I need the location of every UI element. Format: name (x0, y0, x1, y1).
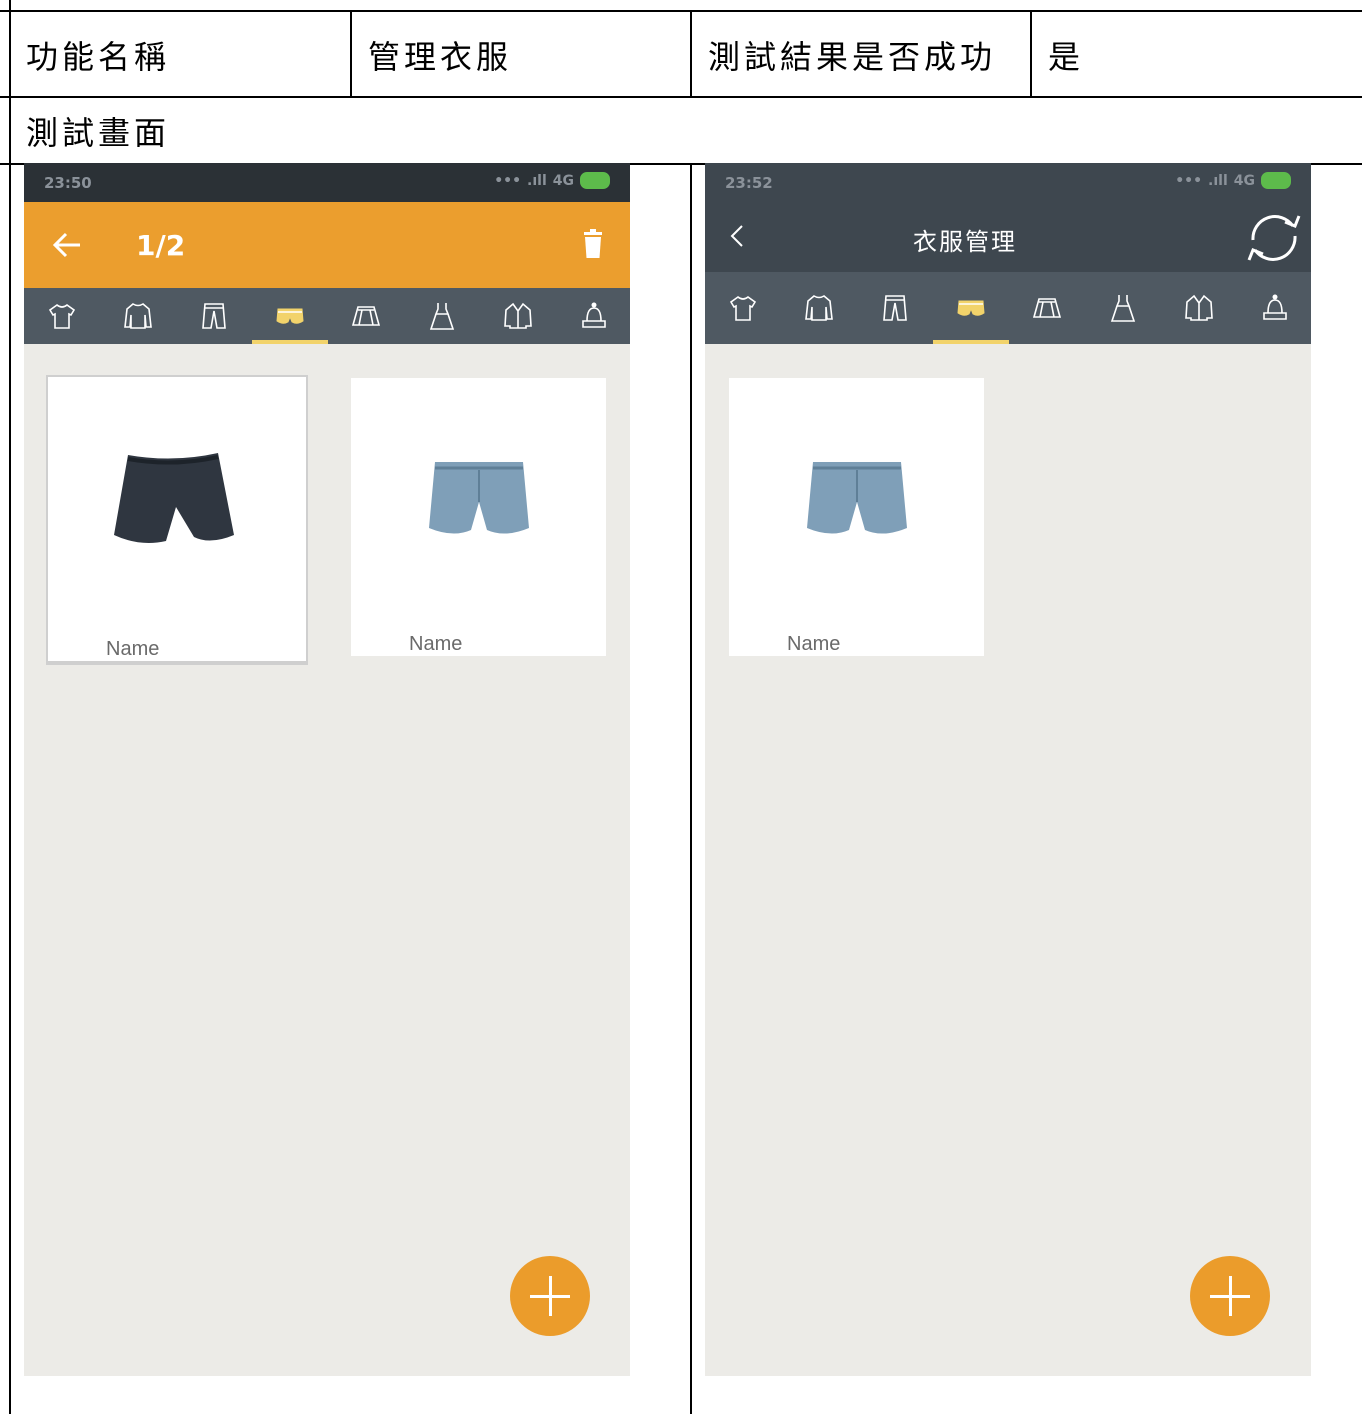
status-bar: 23:52 ••• .ıll 4G (705, 163, 1311, 202)
selection-count: 1/2 (136, 229, 186, 262)
tab-shorts[interactable] (933, 272, 1009, 344)
shorts-icon (276, 308, 304, 324)
tab-pants[interactable] (176, 288, 252, 344)
tab-tshirt[interactable] (705, 272, 781, 344)
table-left-border (9, 0, 11, 1414)
clothing-card[interactable]: Name (351, 378, 606, 656)
test-result-value: 是 (1048, 38, 1085, 76)
add-clothing-button[interactable] (1190, 1256, 1270, 1336)
tab-tshirt[interactable] (24, 288, 100, 344)
col1-border (350, 10, 352, 98)
sweater-icon (124, 303, 152, 329)
clothing-card[interactable]: Name (729, 378, 984, 656)
item-name: Name (787, 633, 841, 655)
t-shirt-icon (48, 303, 76, 329)
test-screens-label: 測試畫面 (26, 114, 171, 152)
shorts-icon (957, 300, 985, 316)
jacket-icon (504, 302, 532, 329)
hat-icon (1263, 294, 1287, 320)
screens-divider (690, 163, 692, 1414)
tab-sweater[interactable] (781, 272, 857, 344)
dots-icon: ••• (1175, 172, 1203, 189)
dots-icon: ••• (494, 172, 522, 189)
feature-name-value: 管理衣服 (368, 38, 513, 76)
table-top-border (0, 10, 1362, 12)
black-shorts-image (114, 453, 234, 543)
status-bar: 23:50 ••• .ıll 4G (24, 163, 630, 202)
item-name: Name (409, 633, 463, 655)
selected-tab-indicator (933, 340, 1009, 344)
left-phone-screenshot: 23:50 ••• .ıll 4G 1/2 Name Name (24, 163, 630, 1376)
item-name: Name (106, 638, 160, 660)
category-tabs (705, 272, 1311, 344)
tab-shorts[interactable] (252, 288, 328, 344)
tab-jacket[interactable] (480, 288, 556, 344)
tab-skirt[interactable] (1009, 272, 1085, 344)
dress-icon (429, 303, 455, 330)
t-shirt-icon (729, 295, 757, 321)
tab-hat[interactable] (556, 288, 630, 344)
signal-icon: .ıll (527, 172, 547, 189)
dress-icon (1110, 295, 1136, 322)
pants-icon (883, 295, 907, 321)
tab-sweater[interactable] (100, 288, 176, 344)
category-tabs (24, 288, 630, 344)
status-time: 23:52 (725, 174, 773, 192)
tab-dress[interactable] (404, 288, 480, 344)
arrow-left-icon[interactable] (52, 232, 82, 258)
selected-tab-indicator (252, 340, 328, 344)
sweater-icon (805, 295, 833, 321)
hat-icon (582, 302, 606, 328)
chevron-left-icon[interactable] (729, 224, 745, 248)
col3-border (1030, 10, 1032, 98)
tab-dress[interactable] (1085, 272, 1161, 344)
denim-shorts-image (807, 462, 907, 534)
denim-shorts-image (429, 462, 529, 534)
status-time: 23:50 (44, 174, 92, 192)
signal-icon: .ıll (1208, 172, 1228, 189)
page-title: 衣服管理 (913, 228, 1017, 256)
skirt-icon (1032, 298, 1062, 318)
status-icons: ••• .ıll 4G (1175, 172, 1291, 189)
pants-icon (202, 303, 226, 329)
battery-icon (1261, 172, 1291, 189)
app-bar: 衣服管理 (705, 202, 1311, 272)
tab-pants[interactable] (857, 272, 933, 344)
trash-icon[interactable] (582, 229, 604, 259)
feature-name-label: 功能名稱 (26, 38, 171, 76)
jacket-icon (1185, 294, 1213, 321)
clothing-card-selected[interactable]: Name (46, 375, 308, 665)
sync-icon[interactable] (1239, 202, 1309, 272)
right-phone-screenshot: 23:52 ••• .ıll 4G 衣服管理 Name (705, 163, 1311, 1376)
tab-hat[interactable] (1237, 272, 1311, 344)
col2-border (690, 10, 692, 98)
row1-bottom-border (0, 96, 1362, 98)
status-icons: ••• .ıll 4G (494, 172, 610, 189)
add-clothing-button[interactable] (510, 1256, 590, 1336)
battery-icon (580, 172, 610, 189)
network-type: 4G (1233, 172, 1255, 189)
tab-skirt[interactable] (328, 288, 404, 344)
network-type: 4G (552, 172, 574, 189)
selection-app-bar: 1/2 (24, 202, 630, 288)
test-result-label: 測試結果是否成功 (708, 38, 997, 76)
tab-jacket[interactable] (1161, 272, 1237, 344)
skirt-icon (351, 306, 381, 326)
